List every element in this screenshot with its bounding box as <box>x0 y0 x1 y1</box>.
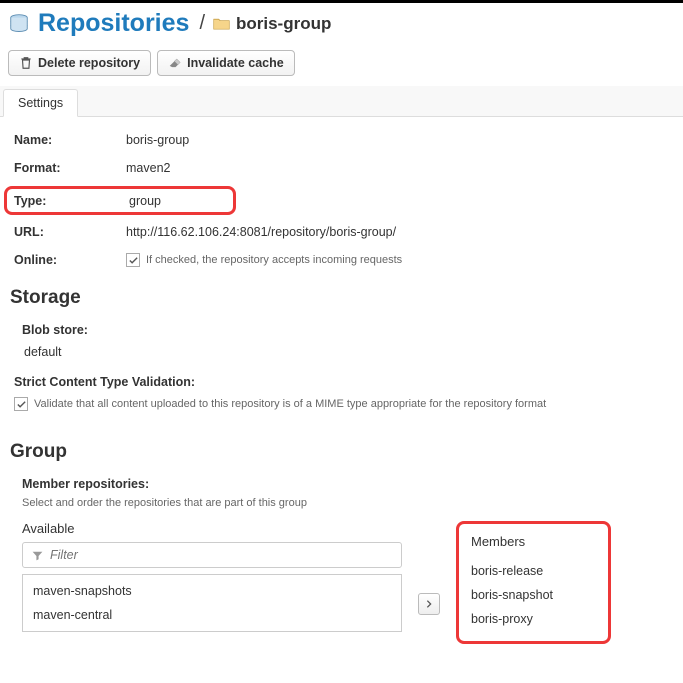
blob-store-label: Blob store: <box>22 323 669 337</box>
group-section-title: Group <box>10 441 669 463</box>
members-heading: Members <box>471 534 596 549</box>
online-label: Online: <box>14 253 126 267</box>
settings-panel: Name: boris-group Format: maven2 Type: g… <box>0 117 683 644</box>
strict-validation-help: Validate that all content uploaded to th… <box>34 398 546 410</box>
blob-store-value: default <box>24 345 669 359</box>
list-item[interactable]: boris-proxy <box>471 607 596 631</box>
name-value: boris-group <box>126 133 189 147</box>
invalidate-cache-button[interactable]: Invalidate cache <box>157 50 295 76</box>
chevron-right-icon <box>424 599 434 609</box>
type-value: group <box>129 194 161 208</box>
filter-input[interactable] <box>50 548 393 562</box>
list-item[interactable]: boris-release <box>471 559 596 583</box>
database-icon <box>8 13 30 35</box>
folder-group-icon <box>213 16 230 31</box>
list-item[interactable]: maven-snapshots <box>23 579 401 603</box>
online-help-text: If checked, the repository accepts incom… <box>146 254 402 266</box>
trash-icon <box>19 56 33 70</box>
type-label: Type: <box>14 194 129 208</box>
breadcrumb-separator: / <box>199 12 205 35</box>
strict-validation-label: Strict Content Type Validation: <box>14 375 669 389</box>
page-header: Repositories / boris-group <box>0 3 683 46</box>
available-listbox[interactable]: maven-snapshots maven-central <box>22 574 402 632</box>
name-label: Name: <box>14 133 126 147</box>
page-title-link[interactable]: Repositories <box>38 9 189 38</box>
format-value: maven2 <box>126 161 170 175</box>
toolbar: Delete repository Invalidate cache <box>0 46 683 86</box>
invalidate-cache-label: Invalidate cache <box>187 56 284 70</box>
check-icon <box>16 399 27 410</box>
tab-settings[interactable]: Settings <box>3 89 78 117</box>
breadcrumb-repo-name: boris-group <box>236 14 331 34</box>
delete-repository-button[interactable]: Delete repository <box>8 50 151 76</box>
type-row-highlighted: Type: group <box>4 186 236 215</box>
tab-bar: Settings <box>0 86 683 117</box>
eraser-icon <box>168 56 182 70</box>
check-icon <box>128 255 139 266</box>
member-repos-label: Member repositories: <box>22 477 669 491</box>
delete-repository-label: Delete repository <box>38 56 140 70</box>
member-repos-sub: Select and order the repositories that a… <box>22 497 669 509</box>
strict-validation-checkbox[interactable] <box>14 397 28 411</box>
list-item[interactable]: boris-snapshot <box>471 583 596 607</box>
storage-section-title: Storage <box>10 287 669 309</box>
online-checkbox[interactable] <box>126 253 140 267</box>
list-item[interactable]: maven-central <box>23 603 401 627</box>
format-label: Format: <box>14 161 126 175</box>
filter-icon <box>31 549 44 562</box>
available-heading: Available <box>22 521 402 536</box>
move-right-button[interactable] <box>418 593 440 615</box>
url-label: URL: <box>14 225 126 239</box>
url-value: http://116.62.106.24:8081/repository/bor… <box>126 225 396 239</box>
members-box-highlighted: Members boris-release boris-snapshot bor… <box>456 521 611 644</box>
filter-input-wrapper[interactable] <box>22 542 402 568</box>
